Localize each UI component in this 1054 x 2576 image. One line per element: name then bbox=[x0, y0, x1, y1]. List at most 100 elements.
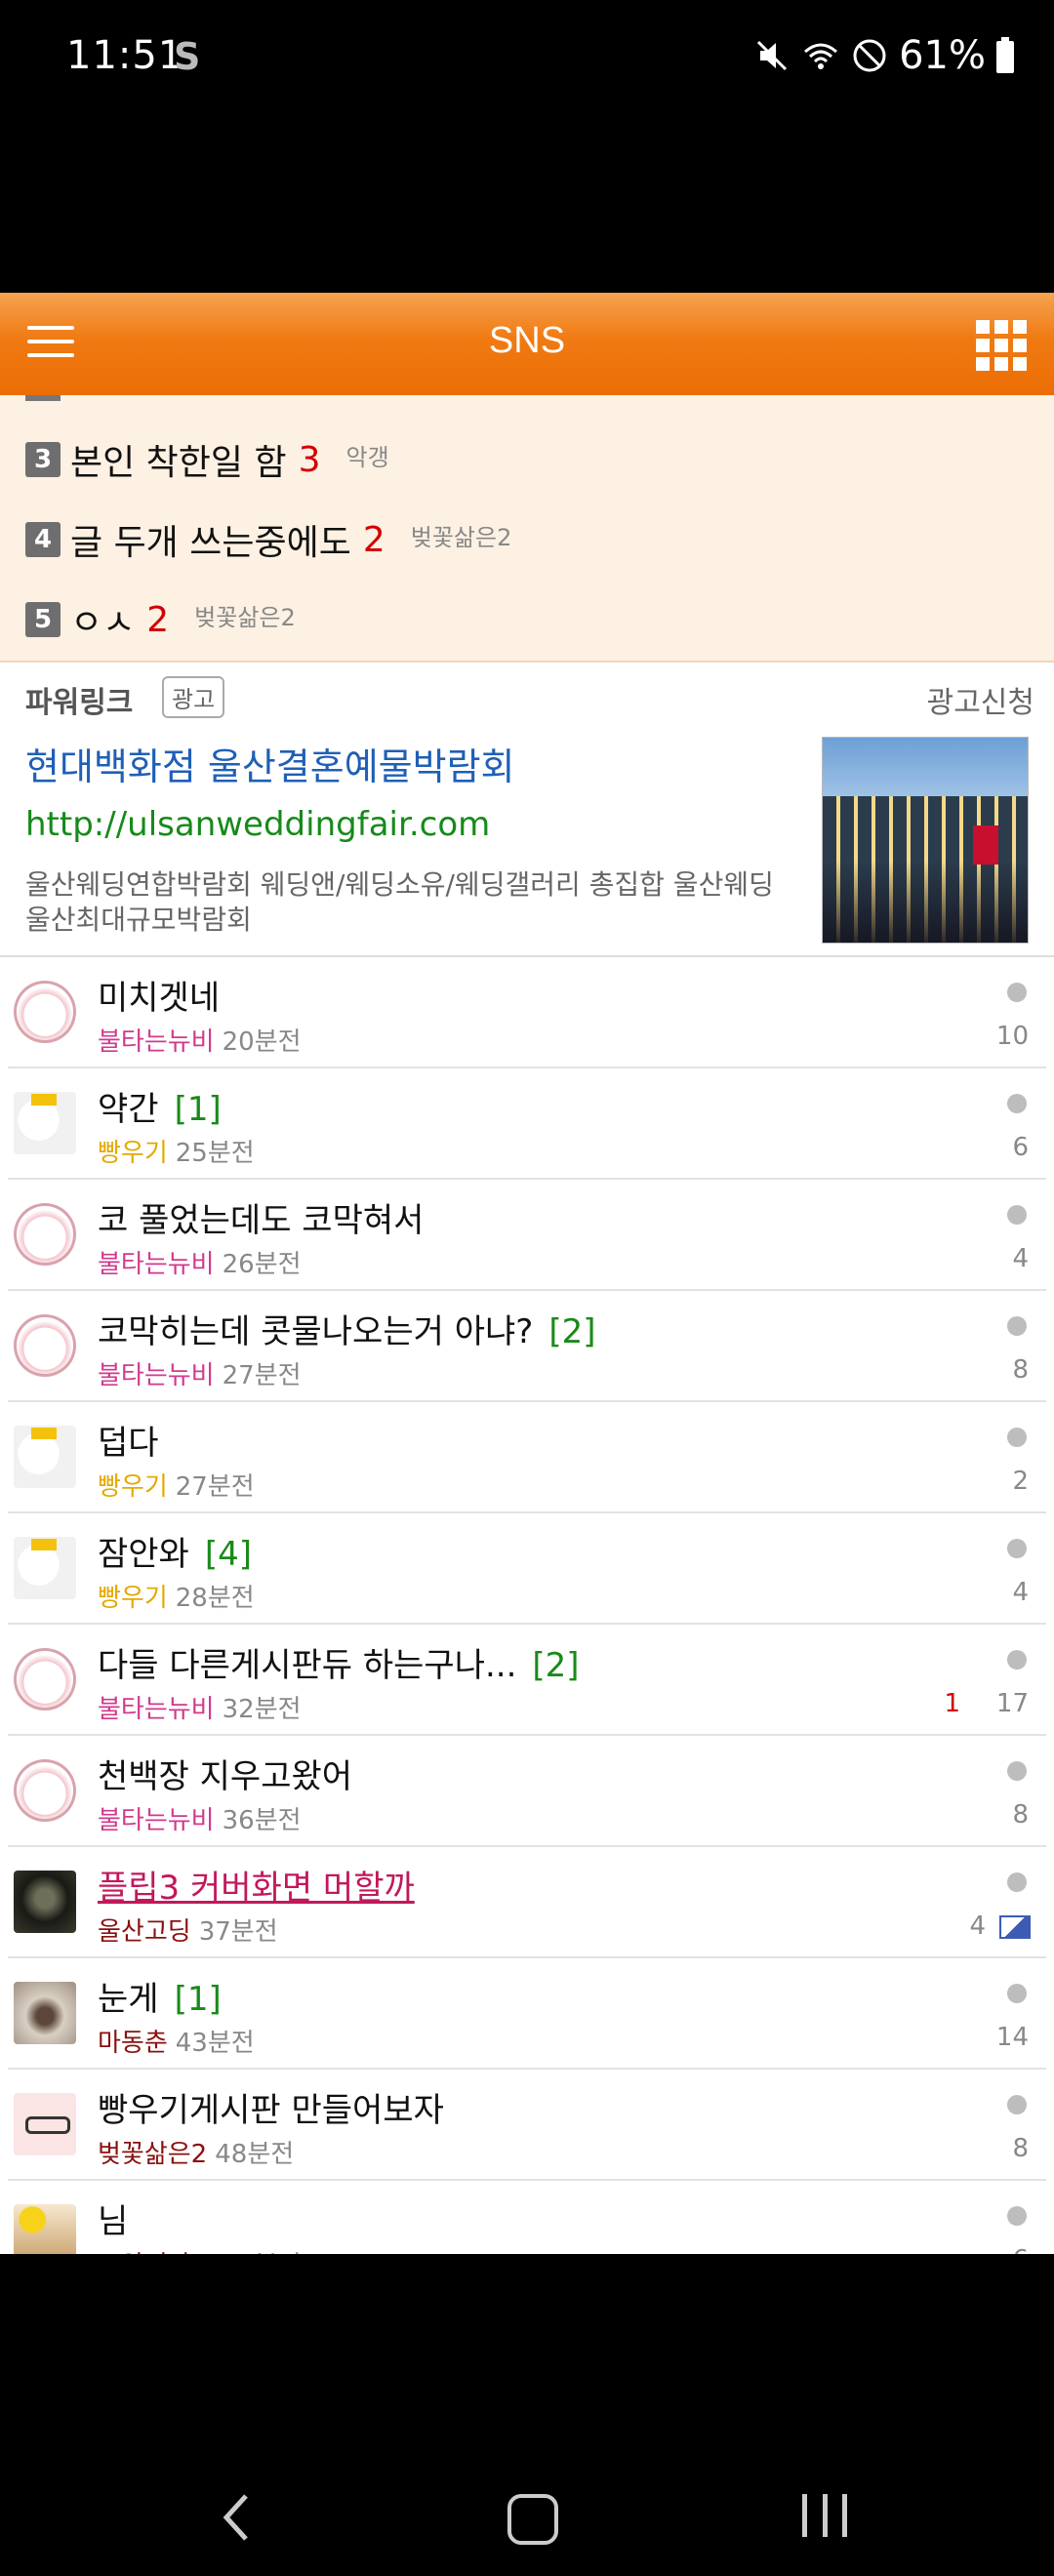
ranking-author: 악갱 bbox=[345, 443, 389, 471]
avatar[interactable] bbox=[14, 981, 76, 1043]
post-author[interactable]: 벚꽃삶은2 bbox=[98, 2140, 207, 2169]
post-title-text: 눈게 bbox=[98, 1980, 159, 2019]
post-title[interactable]: 덥다 bbox=[98, 1416, 159, 1464]
post-title-text: 다들 다른게시판듀 하는구나... bbox=[98, 1646, 517, 1685]
post-row[interactable]: 덥다 빵우기 27분전 2 bbox=[8, 1402, 1046, 1513]
post-views: 8 bbox=[1012, 1355, 1029, 1385]
post-time: 20분전 bbox=[222, 1027, 302, 1057]
ranking-scroll-edge bbox=[25, 395, 61, 401]
battery-percent: 61% bbox=[899, 33, 986, 78]
post-time: 37분전 bbox=[198, 1917, 278, 1947]
home-icon[interactable] bbox=[507, 2494, 558, 2545]
status-dot-icon bbox=[1007, 1428, 1027, 1447]
post-title[interactable]: 코 풀었는데도 코막혀서 bbox=[98, 1193, 424, 1241]
status-dot-icon bbox=[1007, 1539, 1027, 1558]
apps-grid-icon[interactable] bbox=[976, 320, 1027, 371]
post-meta: 불타는뉴비 27분전 bbox=[98, 1355, 302, 1391]
status-dot-icon bbox=[1007, 1872, 1027, 1892]
back-icon[interactable] bbox=[217, 2488, 256, 2547]
main-content: 3 본인 착한일 함 3 악갱 4 글 두개 쓰는중에도 2 벚꽃삶은2 5 ㅇ… bbox=[0, 395, 1054, 2254]
post-author[interactable]: 불타는뉴비 bbox=[98, 1361, 215, 1390]
post-meta: 마동춘 43분전 bbox=[98, 2023, 255, 2059]
post-title[interactable]: 님 bbox=[98, 2194, 128, 2242]
post-meta: 불타는뉴비 20분전 bbox=[98, 1022, 302, 1058]
status-dot-icon bbox=[1007, 983, 1027, 1002]
post-row[interactable]: 미치겟네 불타는뉴비 20분전 10 bbox=[8, 957, 1046, 1068]
post-row[interactable]: 천백장 지우고왔어 불타는뉴비 36분전 8 bbox=[8, 1736, 1046, 1847]
avatar[interactable] bbox=[14, 1871, 76, 1933]
recent-apps-icon[interactable] bbox=[802, 2494, 847, 2537]
avatar[interactable] bbox=[14, 1314, 76, 1377]
reply-count: [1] bbox=[174, 1980, 222, 2019]
post-views: 10 bbox=[995, 1022, 1029, 1051]
post-title[interactable]: 플립3 커버화면 머할까 bbox=[98, 1861, 415, 1909]
avatar[interactable] bbox=[14, 2093, 76, 2155]
post-title[interactable]: 천백장 지우고왔어 bbox=[98, 1750, 352, 1797]
post-row[interactable]: 눈게 [1] 마동춘 43분전 14 bbox=[8, 1958, 1046, 2070]
post-title[interactable]: 빵우기게시판 만들어보자 bbox=[98, 2083, 444, 2131]
post-author[interactable]: 빵우기 bbox=[98, 1584, 168, 1613]
post-meta: 울산고딩 37분전 bbox=[98, 1912, 278, 1948]
ad-image[interactable] bbox=[822, 737, 1029, 944]
post-time: 43분전 bbox=[175, 2029, 255, 2058]
ranking-item[interactable]: 5 ㅇㅅ 2 벚꽃삶은2 bbox=[25, 590, 296, 649]
avatar[interactable] bbox=[14, 1648, 76, 1711]
post-author[interactable]: 마동춘 bbox=[98, 2029, 168, 2058]
post-author[interactable]: 불타는뉴비 bbox=[98, 1695, 215, 1724]
post-row[interactable]: 님고양이강도55분전 6 bbox=[8, 2181, 1046, 2254]
post-title-text: 님 bbox=[98, 2202, 129, 2241]
ranking-item[interactable]: 3 본인 착한일 함 3 악갱 bbox=[25, 430, 389, 489]
post-time: 27분전 bbox=[222, 1361, 302, 1390]
post-title[interactable]: 다들 다른게시판듀 하는구나... [2] bbox=[98, 1638, 580, 1686]
avatar[interactable] bbox=[14, 1426, 76, 1488]
avatar[interactable] bbox=[14, 1092, 76, 1154]
post-title-text: 플립3 커버화면 머할까 bbox=[98, 1869, 415, 1908]
post-title[interactable]: 미치겟네 bbox=[98, 971, 220, 1019]
ranking-count: 2 bbox=[362, 519, 385, 560]
post-author[interactable]: 울산고딩 bbox=[98, 1917, 191, 1947]
page-title: SNS bbox=[488, 320, 566, 361]
post-row[interactable]: 코막히는데 콧물나오는거 아냐? [2] 불타는뉴비 27분전 8 bbox=[8, 1291, 1046, 1402]
reply-count: [1] bbox=[174, 1090, 222, 1129]
post-author[interactable]: 불타는뉴비 bbox=[98, 1806, 215, 1835]
ad-tag: 광고 bbox=[162, 676, 225, 718]
avatar[interactable] bbox=[14, 1537, 76, 1599]
power-link-ad[interactable]: 파워링크 광고 광고신청 현대백화점 울산결혼예물박람회 http://ulsa… bbox=[0, 663, 1054, 957]
post-time: 48분전 bbox=[215, 2140, 295, 2169]
post-meta: 빵우기 27분전 bbox=[98, 1467, 255, 1503]
post-title[interactable]: 코막히는데 콧물나오는거 아냐? [2] bbox=[98, 1305, 595, 1352]
post-author[interactable]: 불타는뉴비 bbox=[98, 1250, 215, 1279]
rank-number: 5 bbox=[25, 602, 61, 637]
post-row[interactable]: 약간 [1] 빵우기 25분전 6 bbox=[8, 1068, 1046, 1180]
battery-icon bbox=[996, 37, 1014, 73]
post-views: 2 bbox=[1012, 1467, 1029, 1496]
avatar[interactable] bbox=[14, 1982, 76, 2044]
post-title[interactable]: 잠안와 [4] bbox=[98, 1527, 252, 1575]
mute-icon bbox=[757, 40, 788, 71]
post-row[interactable]: 플립3 커버화면 머할까 울산고딩 37분전 4 bbox=[8, 1847, 1046, 1958]
post-meta: 고양이강도55분전 bbox=[98, 2245, 302, 2254]
rank-number: 3 bbox=[25, 442, 61, 477]
post-title-text: 천백장 지우고왔어 bbox=[98, 1757, 353, 1796]
ranking-count: 2 bbox=[146, 599, 170, 640]
ranking-item[interactable]: 4 글 두개 쓰는중에도 2 벚꽃삶은2 bbox=[25, 510, 511, 569]
avatar[interactable] bbox=[14, 2204, 76, 2254]
post-row[interactable]: 코 풀었는데도 코막혀서 불타는뉴비 26분전 4 bbox=[8, 1180, 1046, 1291]
post-meta: 불타는뉴비 26분전 bbox=[98, 1244, 302, 1280]
post-title[interactable]: 약간 [1] bbox=[98, 1082, 222, 1130]
avatar[interactable] bbox=[14, 1759, 76, 1822]
post-author[interactable]: 빵우기 bbox=[98, 1472, 168, 1502]
post-row[interactable]: 다들 다른게시판듀 하는구나... [2] 불타는뉴비 32분전 1 17 bbox=[8, 1625, 1046, 1736]
post-meta: 빵우기 28분전 bbox=[98, 1578, 255, 1614]
post-row[interactable]: 빵우기게시판 만들어보자 벚꽃삶은2 48분전 8 bbox=[8, 2070, 1046, 2181]
ad-url[interactable]: http://ulsanweddingfair.com bbox=[25, 805, 490, 844]
post-author[interactable]: 빵우기 bbox=[98, 1139, 168, 1168]
avatar[interactable] bbox=[14, 1203, 76, 1266]
post-row[interactable]: 잠안와 [4] 빵우기 28분전 4 bbox=[8, 1513, 1046, 1625]
post-author[interactable]: 불타는뉴비 bbox=[98, 1027, 215, 1057]
post-title[interactable]: 눈게 [1] bbox=[98, 1972, 222, 2020]
status-time: 11:51 bbox=[66, 33, 184, 78]
ad-title[interactable]: 현대백화점 울산결혼예물박람회 bbox=[25, 737, 515, 790]
post-views: 6 bbox=[1012, 1133, 1029, 1162]
ad-apply-link[interactable]: 광고신청 bbox=[927, 678, 1034, 721]
